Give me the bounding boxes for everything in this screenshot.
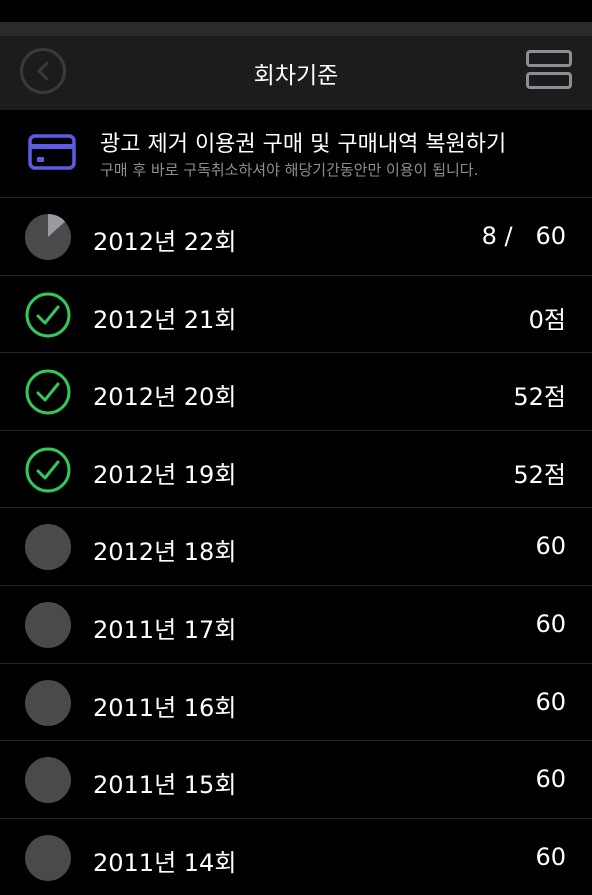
- list-item[interactable]: 2011년 15회 60: [0, 740, 592, 818]
- round-label: 2011년 17회: [93, 615, 237, 644]
- round-label: 2012년 20회: [93, 383, 237, 412]
- list-item[interactable]: 2012년 18회 60: [0, 507, 592, 585]
- empty-circle-icon: [25, 679, 71, 726]
- round-score: 60: [535, 765, 566, 794]
- round-list: 2012년 22회 8 / 60 2012년 21회 0점 2012년 20회 52점 20…: [0, 197, 592, 895]
- list-item[interactable]: 2011년 16회 60: [0, 662, 592, 741]
- list-item[interactable]: 2012년 22회 8 / 60: [0, 197, 592, 275]
- credit-card-icon: [28, 134, 76, 170]
- empty-circle-icon: [25, 524, 71, 571]
- list-item[interactable]: 2012년 21회 0점: [0, 274, 592, 353]
- layout-icon-top: [526, 50, 572, 67]
- round-score: 8 / 60: [481, 222, 566, 250]
- layout-toggle-button[interactable]: [524, 50, 574, 92]
- round-label: 2012년 18회: [93, 538, 237, 567]
- list-item[interactable]: 2012년 20회 52점: [0, 352, 592, 430]
- checkmark-circle-icon: [25, 369, 71, 415]
- remove-ads-promo[interactable]: 광고 제거 이용권 구매 및 구매내역 복원하기 구매 후 바로 구독취소하셔야…: [0, 110, 592, 197]
- round-score: 52점: [513, 460, 566, 489]
- list-item[interactable]: 2012년 19회 52점: [0, 429, 592, 508]
- round-label: 2011년 16회: [93, 693, 237, 722]
- round-score: 0점: [528, 305, 566, 334]
- empty-circle-icon: [25, 601, 71, 648]
- round-score: 60: [535, 842, 566, 871]
- round-score: 52점: [513, 383, 566, 412]
- round-score: 60: [535, 532, 566, 561]
- page-title: 회차기준: [253, 63, 339, 89]
- list-item[interactable]: 2011년 14회 60: [0, 817, 592, 895]
- promo-title: 광고 제거 이용권 구매 및 구매내역 복원하기: [100, 132, 507, 157]
- navigation-bar: 회차기준: [0, 22, 592, 110]
- empty-circle-icon: [25, 757, 71, 804]
- round-label: 2012년 19회: [93, 460, 237, 489]
- round-label: 2012년 22회: [93, 228, 237, 256]
- round-score: 60: [535, 687, 566, 716]
- promo-subtitle: 구매 후 바로 구독취소하셔야 해당기간동안만 이용이 됩니다.: [100, 161, 479, 179]
- progress-pie-icon: [25, 214, 71, 260]
- layout-icon-bottom: [526, 72, 572, 89]
- round-score: 60: [535, 609, 566, 638]
- round-label: 2011년 14회: [93, 848, 237, 877]
- checkmark-circle-icon: [25, 447, 71, 493]
- round-label: 2012년 21회: [93, 305, 237, 334]
- empty-circle-icon: [25, 834, 71, 881]
- status-bar-area: [0, 0, 592, 22]
- list-item[interactable]: 2011년 17회 60: [0, 584, 592, 663]
- checkmark-circle-icon: [25, 292, 71, 338]
- round-label: 2011년 15회: [93, 771, 237, 800]
